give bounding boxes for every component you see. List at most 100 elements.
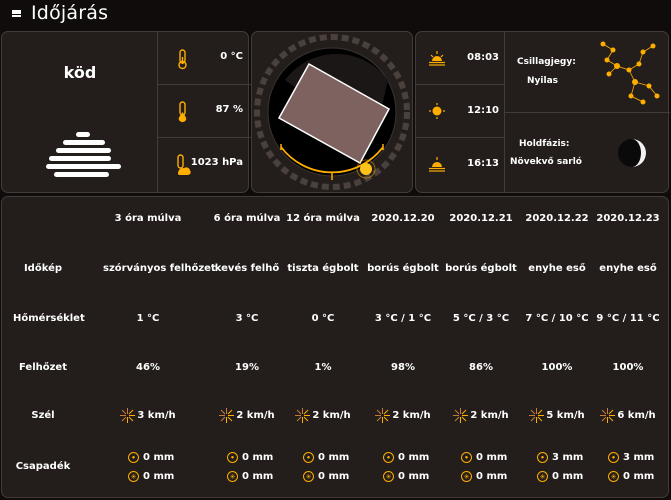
sky-cell: borús égbolt [367, 263, 439, 274]
sunrise-time: 08:03 [467, 52, 499, 63]
column-header: 2020.12.20 [371, 213, 435, 224]
sun-times-panel: 08:03 12:10 16:13 [416, 32, 505, 192]
pressure-row: 1023 hPa [158, 138, 251, 191]
row-label: Felhőzet [18, 362, 67, 373]
temperature-cell: 0 °C [311, 313, 335, 324]
zodiac-panel: Csillagjegy: Nyilas [505, 32, 670, 113]
snow-cell: ✳ 0 mm [608, 471, 654, 482]
raindrop-icon: • [383, 452, 394, 463]
wind-speed: 6 km/h [617, 410, 656, 421]
wind-direction-icon [529, 408, 545, 423]
rain-cell: • 3 mm [608, 452, 654, 463]
snow-cell: ✳ 0 mm [537, 471, 583, 482]
snow-amount: 0 mm [242, 471, 274, 482]
wind-direction-icon [295, 408, 311, 423]
sunset-time: 16:13 [467, 158, 499, 169]
snow-cell: ✳ 0 mm [227, 471, 273, 482]
moon-label: Holdfázis: [519, 139, 570, 149]
app-header: Időjárás [0, 0, 671, 26]
menu-icon[interactable] [12, 9, 21, 17]
cloud-cover-cell: 98% [391, 362, 415, 373]
zodiac-value: Nyilas [527, 76, 558, 86]
snow-amount: 0 mm [143, 471, 175, 482]
humidity-icon [178, 101, 187, 123]
raindrop-icon: • [537, 452, 548, 463]
row-label: Szél [31, 410, 55, 421]
snow-amount: 0 mm [552, 471, 584, 482]
cloud-cover-cell: 1% [314, 362, 332, 373]
wind-group: 5 km/h [529, 408, 585, 423]
raindrop-icon: • [303, 452, 314, 463]
rain-cell: • 0 mm [128, 452, 174, 463]
rain-cell: • 0 mm [461, 452, 507, 463]
snowflake-icon: ✳ [608, 471, 619, 482]
sun-dial [254, 34, 410, 190]
snow-amount: 0 mm [318, 471, 350, 482]
wind-speed: 2 km/h [236, 410, 275, 421]
page-title: Időjárás [31, 2, 109, 24]
wind-direction-icon [120, 408, 136, 423]
wind-direction-icon [600, 408, 616, 423]
raindrop-icon: • [128, 452, 139, 463]
wind-direction-icon [375, 408, 391, 423]
sky-cell: szórványos felhőzet [103, 263, 216, 274]
snowflake-icon: ✳ [461, 471, 472, 482]
rain-amount: 0 mm [242, 452, 274, 463]
fog-icon [46, 132, 121, 182]
snow-cell: ✳ 0 mm [303, 471, 349, 482]
column-header: 12 óra múlva [286, 213, 360, 224]
moon-panel: Holdfázis: Növekvő sarló [505, 113, 670, 194]
wind-speed: 2 km/h [470, 410, 509, 421]
rain-amount: 3 mm [552, 452, 584, 463]
solar-noon-row: 12:10 [416, 85, 505, 138]
sunrise-row: 08:03 [416, 32, 505, 85]
column-header: 2020.12.23 [596, 213, 660, 224]
wind-group: 2 km/h [295, 408, 351, 423]
snowflake-icon: ✳ [303, 471, 314, 482]
pressure-value: 1023 hPa [190, 157, 243, 168]
snow-amount: 0 mm [623, 471, 655, 482]
solar-noon-time: 12:10 [467, 105, 499, 116]
zodiac-label: Csillagjegy: [517, 57, 576, 67]
wind-direction-icon [453, 408, 469, 423]
sky-cell: tiszta égbolt [287, 263, 359, 274]
row-label: Időkép [23, 263, 63, 274]
condition-text: köd [63, 63, 97, 82]
snow-amount: 0 mm [398, 471, 430, 482]
astro-card: 08:03 12:10 16:13 Csillagjegy: Nyilas Ho… [415, 31, 670, 194]
forecast-table: Időkép Hőmérséklet Felhőzet Szél Csapadék 3 ó… [1, 196, 669, 498]
sagittarius-constellation-icon [600, 41, 660, 105]
raindrop-icon: • [608, 452, 619, 463]
wind-direction-icon [219, 408, 235, 423]
snowflake-icon: ✳ [128, 471, 139, 482]
wind-speed: 3 km/h [137, 410, 176, 421]
rain-amount: 3 mm [623, 452, 655, 463]
raindrop-icon: • [227, 452, 238, 463]
temperature-row: 0 °C [158, 32, 251, 85]
sun-dial-card [251, 31, 413, 193]
snowflake-icon: ✳ [537, 471, 548, 482]
thermometer-icon [178, 49, 187, 70]
wind-cell: 2 km/h [278, 408, 368, 426]
wind-cell: 3 km/h [103, 408, 193, 426]
humidity-row: 87 % [158, 85, 251, 138]
humidity-value: 87 % [215, 104, 243, 115]
sun-icon [429, 103, 445, 119]
cloud-cover-cell: 46% [136, 362, 160, 373]
wind-speed: 2 km/h [312, 410, 351, 421]
moon-phase-icon [618, 139, 646, 167]
snow-cell: ✳ 0 mm [383, 471, 429, 482]
rain-amount: 0 mm [398, 452, 430, 463]
wind-cell: 6 km/h [583, 408, 671, 426]
row-label: Hőmérséklet [13, 313, 85, 324]
rain-cell: • 0 mm [303, 452, 349, 463]
rain-cell: • 0 mm [227, 452, 273, 463]
snowflake-icon: ✳ [383, 471, 394, 482]
wind-group: 2 km/h [219, 408, 275, 423]
rain-cell: • 3 mm [537, 452, 583, 463]
current-conditions-card: köd 0 °C 87 % 1023 hPa [1, 31, 251, 193]
sky-cell: enyhe eső [599, 263, 657, 274]
temperature-cell: 1 °C [136, 313, 160, 324]
rain-cell: • 0 mm [383, 452, 429, 463]
wind-speed: 5 km/h [546, 410, 585, 421]
